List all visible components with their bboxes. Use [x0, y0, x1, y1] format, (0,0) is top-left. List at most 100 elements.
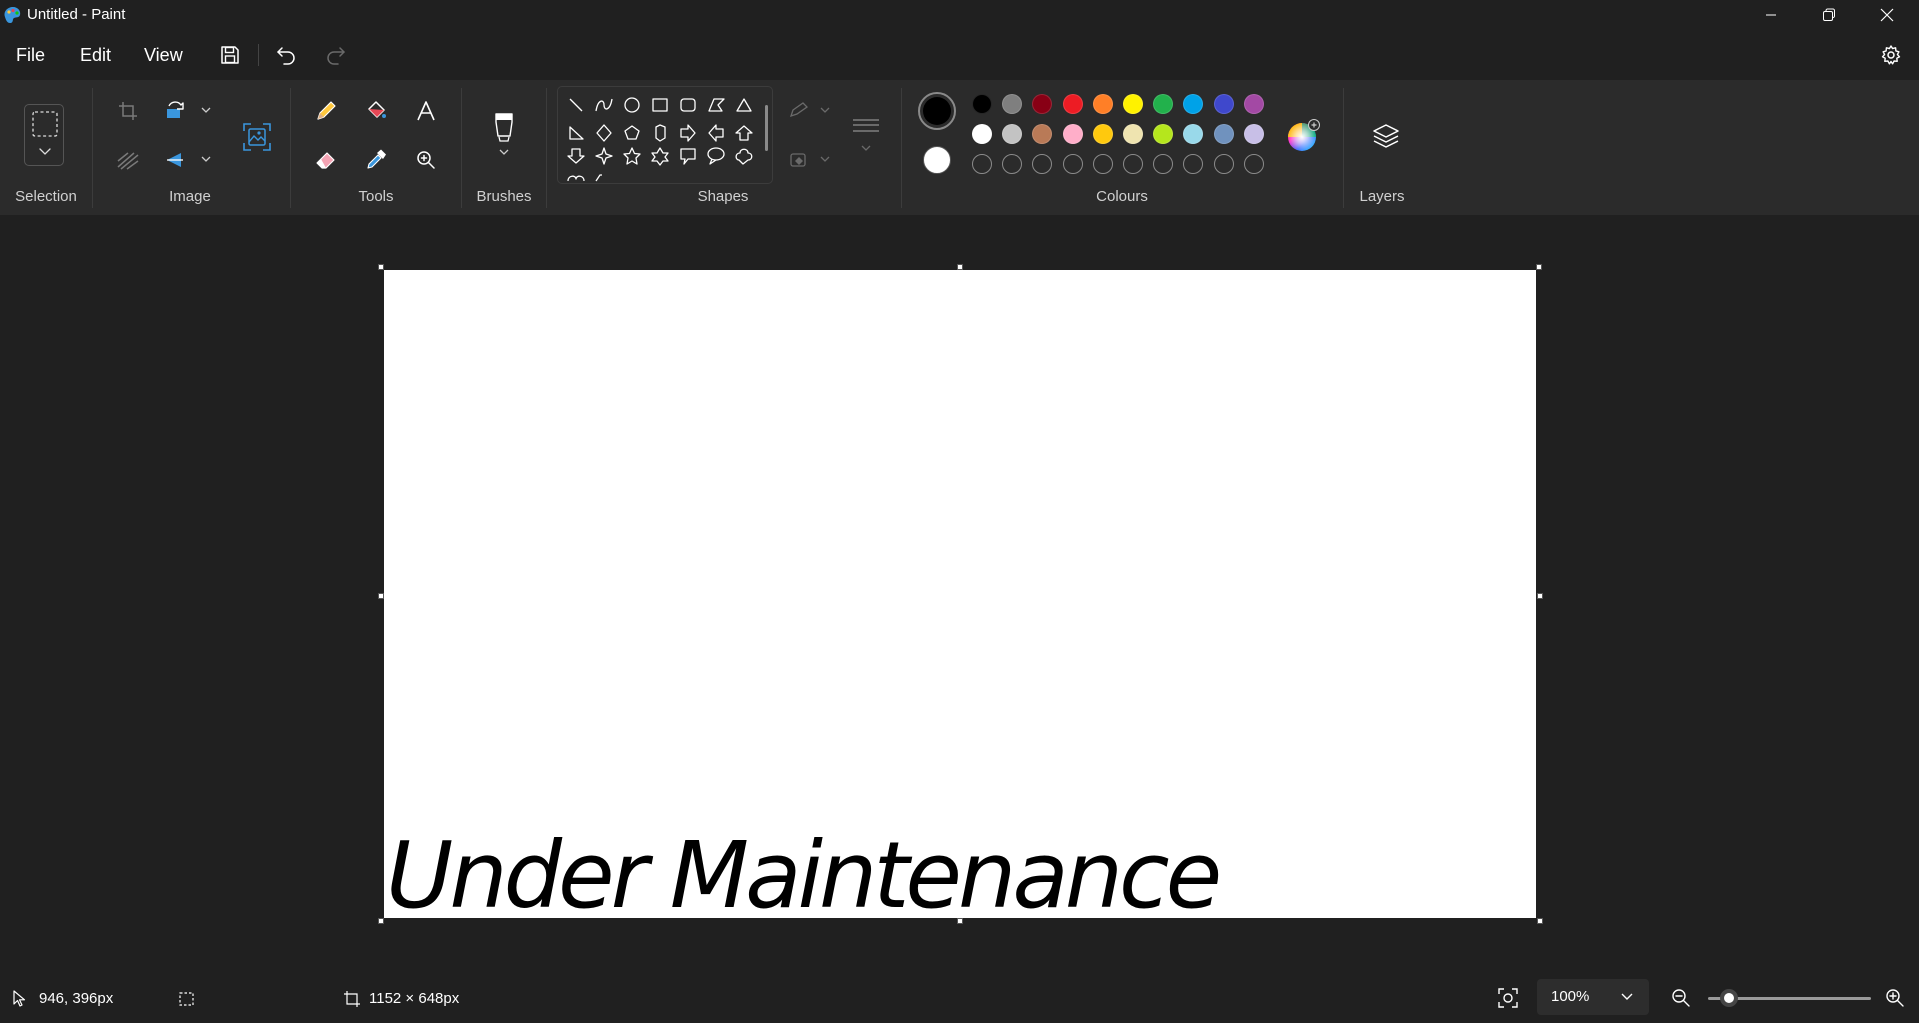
- primary-colour-selector[interactable]: [918, 92, 956, 130]
- menu-file[interactable]: File: [16, 43, 45, 67]
- minimize-button[interactable]: [1742, 0, 1800, 30]
- resize-handle-bottom[interactable]: [957, 918, 963, 924]
- palette-colour-swatch[interactable]: [1183, 94, 1204, 114]
- paint-app-icon: [2, 5, 22, 25]
- edit-colours-button[interactable]: [1283, 116, 1323, 156]
- custom-colour-slot[interactable]: [1092, 154, 1113, 174]
- rotate-dropdown[interactable]: [161, 94, 217, 128]
- ribbon-separator: [461, 88, 462, 208]
- save-button[interactable]: [215, 40, 245, 70]
- palette-colour-swatch[interactable]: [1153, 94, 1174, 114]
- primary-colour-swatch: [923, 97, 951, 125]
- eraser-tool[interactable]: [309, 143, 343, 177]
- menu-edit[interactable]: Edit: [80, 43, 111, 67]
- outline-dropdown[interactable]: [787, 94, 837, 128]
- right-triangle-shape-icon: [569, 126, 584, 140]
- zoom-slider-thumb[interactable]: [1720, 989, 1738, 1007]
- custom-colour-slot[interactable]: [1243, 154, 1264, 174]
- layers-button[interactable]: [1366, 116, 1406, 156]
- palette-colour-swatch[interactable]: [1032, 124, 1053, 144]
- palette-colour-swatch[interactable]: [1032, 94, 1053, 114]
- ribbon-toolbar: Selection Image Tools Brushes Shapes Col…: [0, 80, 1919, 215]
- eraser-icon: [316, 152, 335, 169]
- line-size-icon: [853, 119, 879, 151]
- resize-handle-top-right[interactable]: [1536, 264, 1542, 270]
- window-title: Untitled - Paint: [27, 6, 126, 23]
- palette-colour-swatch[interactable]: [1153, 124, 1174, 144]
- custom-colour-slot[interactable]: [1183, 154, 1204, 174]
- group-label-brushes: Brushes: [476, 188, 532, 205]
- custom-colour-slot[interactable]: [1002, 154, 1023, 174]
- fit-to-window-button[interactable]: [1497, 987, 1519, 1009]
- palette-colour-swatch[interactable]: [972, 94, 992, 114]
- palette-colour-swatch[interactable]: [972, 124, 992, 144]
- resize-handle-bottom-right[interactable]: [1537, 918, 1543, 924]
- resize-handle-top-left[interactable]: [378, 264, 384, 270]
- custom-colour-slot[interactable]: [972, 154, 992, 174]
- palette-colour-swatch[interactable]: [1123, 124, 1143, 144]
- restore-button[interactable]: [1800, 0, 1858, 30]
- selection-tool-button[interactable]: [24, 104, 64, 166]
- text-icon: [417, 101, 435, 121]
- palette-colour-swatch[interactable]: [1092, 94, 1113, 114]
- group-label-layers: Layers: [1359, 188, 1405, 205]
- custom-colour-slot[interactable]: [1123, 154, 1143, 174]
- heart-shape-icon: [567, 175, 585, 182]
- palette-colour-swatch[interactable]: [1243, 124, 1264, 144]
- palette-colour-swatch[interactable]: [1002, 94, 1023, 114]
- redo-button[interactable]: [321, 40, 351, 70]
- canvas-size-icon: [343, 990, 361, 1008]
- palette-colour-swatch[interactable]: [1062, 124, 1083, 144]
- zoom-level-dropdown[interactable]: 100%: [1537, 979, 1649, 1015]
- palette-colour-swatch[interactable]: [1062, 94, 1083, 114]
- custom-colour-slot[interactable]: [1032, 154, 1053, 174]
- pencil-tool[interactable]: [309, 94, 343, 128]
- crop-button[interactable]: [111, 94, 145, 128]
- colour-picker-tool[interactable]: [359, 143, 393, 177]
- palette-colour-swatch[interactable]: [1183, 124, 1204, 144]
- text-tool[interactable]: [409, 94, 443, 128]
- group-label-tools: Tools: [358, 188, 394, 205]
- up-arrow-shape-icon: [735, 125, 753, 141]
- menu-view[interactable]: View: [144, 43, 183, 67]
- diamond-shape-icon: [596, 124, 612, 142]
- zoom-out-button[interactable]: [1670, 987, 1692, 1009]
- secondary-colour-swatch[interactable]: [923, 146, 951, 174]
- custom-colour-slot[interactable]: [1153, 154, 1174, 174]
- resize-handle-top[interactable]: [957, 264, 963, 270]
- cloud-callout-shape-icon: [735, 148, 753, 165]
- palette-colour-swatch[interactable]: [1213, 124, 1234, 144]
- fill-dropdown[interactable]: [787, 143, 837, 177]
- resize-handle-bottom-left[interactable]: [378, 918, 384, 924]
- drawing-canvas[interactable]: Under Maintenance: [384, 270, 1536, 918]
- brush-icon: [495, 113, 513, 155]
- palette-colour-swatch[interactable]: [1243, 94, 1264, 114]
- left-arrow-shape-icon: [708, 124, 724, 142]
- settings-button[interactable]: [1876, 40, 1906, 70]
- hexagon-shape-icon: [655, 124, 666, 142]
- status-bar: 946, 396px 1152 × 648px 100%: [0, 975, 1919, 1023]
- resize-handle-right[interactable]: [1537, 593, 1543, 599]
- restore-icon: [1823, 8, 1835, 21]
- undo-button[interactable]: [271, 40, 301, 70]
- close-button[interactable]: [1858, 0, 1916, 30]
- palette-colour-swatch[interactable]: [1123, 94, 1143, 114]
- resize-handle-left[interactable]: [378, 593, 384, 599]
- remove-background-button[interactable]: [111, 143, 145, 177]
- palette-colour-swatch[interactable]: [1002, 124, 1023, 144]
- fill-tool[interactable]: [359, 94, 393, 128]
- brushes-dropdown[interactable]: [486, 106, 522, 162]
- flip-dropdown[interactable]: [161, 143, 217, 177]
- rectangle-select-icon: [32, 111, 58, 155]
- size-dropdown[interactable]: [847, 106, 885, 162]
- down-arrow-shape-icon: [567, 148, 585, 164]
- zoom-in-button[interactable]: [1884, 987, 1906, 1009]
- rectangle-shape-icon: [652, 98, 668, 112]
- cursor-position: 946, 396px: [39, 990, 114, 1007]
- palette-colour-swatch[interactable]: [1213, 94, 1234, 114]
- magnifier-tool[interactable]: [409, 143, 443, 177]
- image-properties-button[interactable]: [237, 117, 277, 157]
- palette-colour-swatch[interactable]: [1092, 124, 1113, 144]
- custom-colour-slot[interactable]: [1062, 154, 1083, 174]
- custom-colour-slot[interactable]: [1213, 154, 1234, 174]
